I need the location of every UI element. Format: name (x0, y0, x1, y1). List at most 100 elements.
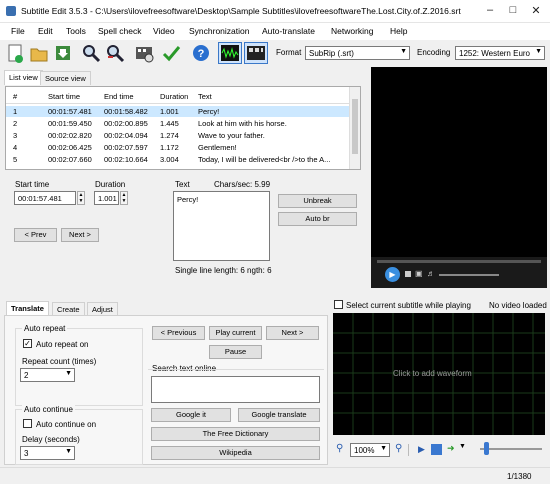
col-end-time[interactable]: End time (104, 92, 134, 101)
table-row[interactable]: 1 00:01:57.481 00:01:58.482 1.001 Percy! (6, 106, 351, 117)
start-time-spinner[interactable]: ▲ ▼ (77, 191, 85, 205)
tab-list-view[interactable]: List view (4, 70, 43, 85)
tab-adjust[interactable]: Adjust (87, 302, 118, 316)
split-icon[interactable]: ➜ (447, 443, 455, 454)
cell-duration: 1.172 (160, 143, 179, 152)
click-to-add-waveform: Click to add waveform (393, 369, 472, 378)
table-row[interactable]: 3 00:02:02.820 00:02:04.094 1.274 Wave t… (6, 130, 351, 141)
menu-synchronization[interactable]: Synchronization (189, 26, 249, 36)
video-toggle-icon[interactable] (244, 42, 268, 64)
cell-number: 3 (13, 131, 18, 140)
col-number[interactable]: # (13, 92, 17, 101)
close-button[interactable]: ✕ (526, 4, 546, 17)
menu-spell-check[interactable]: Spell check (98, 26, 141, 36)
free-dictionary-button[interactable]: The Free Dictionary (151, 427, 320, 441)
cell-number: 4 (13, 143, 18, 152)
col-start-time[interactable]: Start time (48, 92, 80, 101)
table-row[interactable]: 2 00:01:59.450 00:02:00.895 1.445 Look a… (6, 118, 351, 129)
auto-continue-checkbox[interactable] (23, 419, 32, 428)
cell-start: 00:02:06.425 (48, 143, 92, 152)
repeat-count-select[interactable]: 2 ▼ (20, 368, 75, 382)
stop-icon[interactable] (405, 271, 411, 277)
previous-button[interactable]: < Previous (152, 326, 205, 340)
save-icon[interactable] (52, 42, 74, 64)
volume-slider[interactable] (439, 274, 499, 276)
start-time-label: Start time (15, 180, 50, 189)
subtitle-grid[interactable]: # Start time End time Duration Text 1 00… (5, 86, 361, 170)
toolbar-divider (408, 444, 409, 456)
select-current-checkbox[interactable] (334, 300, 343, 309)
next-button[interactable]: Next > (61, 228, 99, 242)
help-icon[interactable]: ? (190, 42, 212, 64)
auto-br-button[interactable]: Auto br (278, 212, 357, 226)
open-folder-icon[interactable] (28, 42, 50, 64)
zoom-out-icon[interactable]: ⚲ (336, 443, 343, 454)
spell-check-icon[interactable] (160, 42, 182, 64)
auto-repeat-checkbox[interactable]: ✓ (23, 339, 32, 348)
duration-input[interactable]: 1.001 (94, 191, 119, 205)
table-row[interactable]: 4 00:02:06.425 00:02:07.597 1.172 Gentle… (6, 142, 351, 153)
cell-text: Percy! (198, 107, 220, 116)
pause-button[interactable]: Pause (209, 345, 262, 359)
delay-select[interactable]: 3 ▼ (20, 446, 75, 460)
waveform-area[interactable]: Click to add waveform (333, 313, 545, 435)
video-player[interactable]: ▶ ▣ ♬ (371, 67, 547, 288)
play-icon[interactable]: ▶ (385, 267, 400, 282)
zoom-value: 100% (354, 446, 375, 455)
new-file-icon[interactable] (4, 42, 26, 64)
grid-scrollbar[interactable] (349, 87, 360, 169)
waveform-position-slider[interactable] (484, 442, 489, 455)
visual-sync-icon[interactable] (133, 42, 155, 64)
replace-icon[interactable] (104, 42, 126, 64)
menu-file[interactable]: File (11, 26, 25, 36)
col-duration[interactable]: Duration (160, 92, 188, 101)
chevron-down-icon[interactable]: ▼ (459, 443, 466, 450)
col-text[interactable]: Text (198, 92, 212, 101)
tab-source-view[interactable]: Source view (40, 71, 91, 85)
next-subtitle-button[interactable]: Next > (266, 326, 319, 340)
minimize-button[interactable]: – (480, 4, 500, 16)
status-bar: 1/1380 (0, 467, 550, 484)
unbreak-button[interactable]: Unbreak (278, 194, 357, 208)
start-time-input[interactable]: 00:01:57.481 (14, 191, 76, 205)
menu-help[interactable]: Help (390, 26, 407, 36)
duration-label: Duration (95, 180, 126, 189)
video-progress-bar[interactable] (377, 260, 541, 263)
cell-duration: 1.274 (160, 131, 179, 140)
grid-icon[interactable] (431, 444, 442, 455)
duration-spinner[interactable]: ▲ ▼ (120, 191, 128, 205)
waveform-toggle-icon[interactable] (218, 42, 242, 64)
play-waveform-icon[interactable]: ▶ (418, 444, 425, 455)
prev-button[interactable]: < Prev (14, 228, 57, 242)
menu-auto-translate[interactable]: Auto-translate (262, 26, 315, 36)
table-row[interactable]: 5 00:02:07.660 00:02:10.664 3.004 Today,… (6, 154, 351, 165)
encoding-select[interactable]: 1252: Western Euro ▼ (455, 46, 545, 60)
menu-networking[interactable]: Networking (331, 26, 374, 36)
text-label: Text (175, 180, 190, 189)
search-text-input[interactable] (151, 376, 320, 403)
google-it-button[interactable]: Google it (151, 408, 231, 422)
menu-video[interactable]: Video (153, 26, 175, 36)
tab-translate[interactable]: Translate (6, 301, 49, 316)
google-translate-button[interactable]: Google translate (238, 408, 320, 422)
wikipedia-button[interactable]: Wikipedia (151, 446, 320, 460)
waveform-position-track[interactable] (480, 448, 542, 450)
format-value: SubRip (.srt) (309, 49, 354, 58)
delay-label: Delay (seconds) (22, 435, 80, 444)
zoom-select[interactable]: 100% ▼ (350, 443, 390, 457)
volume-icon[interactable]: ♬ (427, 269, 435, 278)
fullscreen-icon[interactable]: ▣ (415, 269, 423, 278)
menu-bar: File Edit Tools Spell check Video Synchr… (0, 23, 550, 40)
scroll-thumb[interactable] (352, 99, 358, 154)
subtitle-text-area[interactable]: Percy! (173, 191, 270, 261)
format-select[interactable]: SubRip (.srt) ▼ (305, 46, 410, 60)
no-video-label: No video loaded (489, 301, 547, 310)
find-icon[interactable] (80, 42, 102, 64)
menu-edit[interactable]: Edit (38, 26, 53, 36)
zoom-in-icon[interactable]: ⚲ (395, 443, 402, 454)
maximize-button[interactable]: □ (503, 4, 523, 16)
repeat-count-value: 2 (24, 371, 29, 380)
menu-tools[interactable]: Tools (66, 26, 86, 36)
tab-create[interactable]: Create (52, 302, 85, 316)
play-current-button[interactable]: Play current (209, 326, 262, 340)
